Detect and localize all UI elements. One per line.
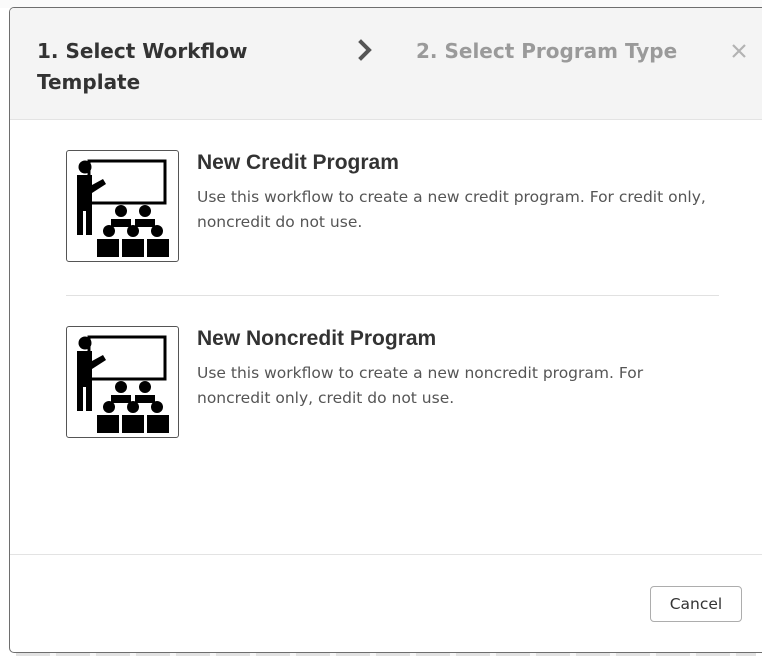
option-description: Use this workflow to create a new credit…	[197, 188, 706, 231]
cancel-button[interactable]: Cancel	[650, 586, 742, 622]
step-1-label[interactable]: 1. Select Workflow Template	[37, 36, 267, 98]
classroom-presenter-icon	[66, 326, 179, 438]
close-icon[interactable]	[729, 41, 749, 61]
step-2-label: 2. Select Program Type	[416, 39, 678, 63]
chevron-right-icon	[358, 39, 372, 61]
option-title: New Noncredit Program	[197, 327, 437, 350]
modal-header: 1. Select Workflow Template 2. Select Pr…	[10, 8, 762, 120]
workflow-modal: 1. Select Workflow Template 2. Select Pr…	[9, 7, 762, 653]
option-new-credit-program[interactable]: New Credit Program Use this workflow to …	[66, 150, 716, 268]
classroom-presenter-icon	[66, 150, 179, 262]
option-title: New Credit Program	[197, 151, 399, 174]
footer-divider	[10, 554, 762, 555]
divider	[66, 295, 719, 296]
option-new-noncredit-program[interactable]: New Noncredit Program Use this workflow …	[66, 326, 716, 444]
option-description: Use this workflow to create a new noncre…	[197, 364, 644, 407]
